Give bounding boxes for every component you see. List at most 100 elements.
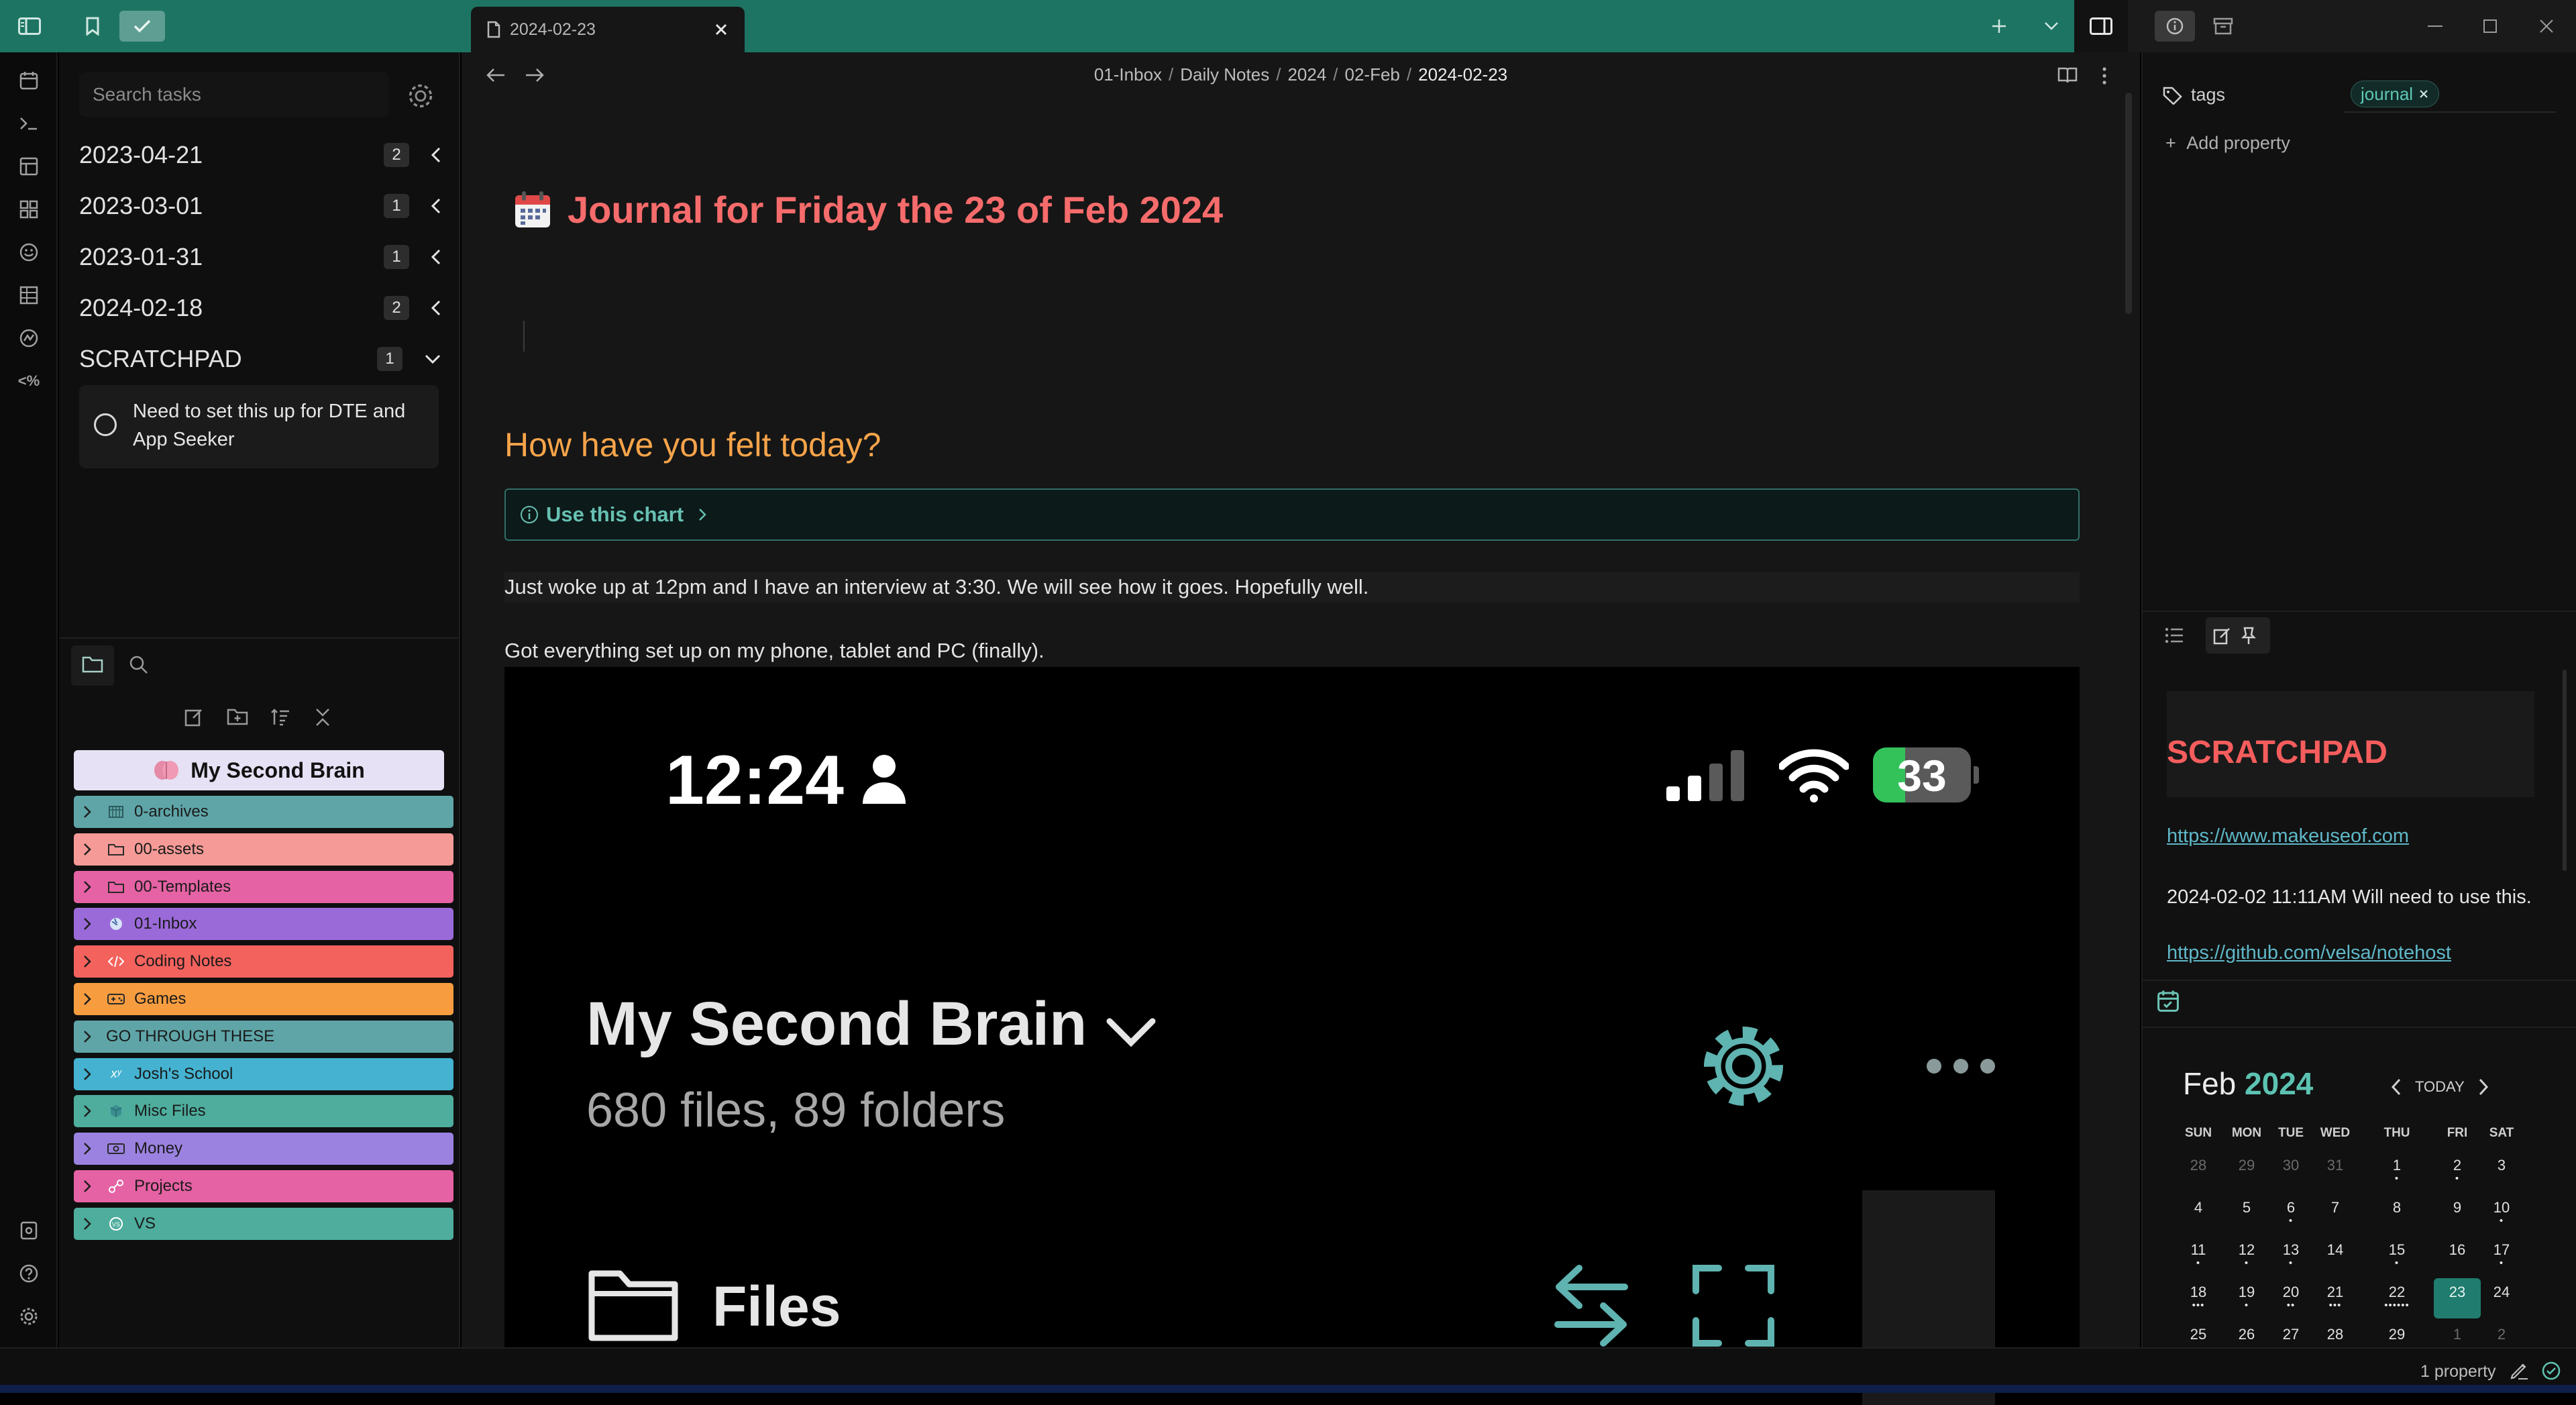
property-key[interactable]: tags bbox=[2191, 85, 2225, 105]
collapse-all-icon[interactable] bbox=[314, 707, 331, 727]
archive-icon[interactable] bbox=[2207, 0, 2239, 52]
calendar-day[interactable]: 6 • bbox=[2267, 1194, 2314, 1234]
new-folder-icon[interactable] bbox=[227, 707, 248, 726]
task-settings-gear-icon[interactable] bbox=[407, 82, 435, 110]
more-options-icon[interactable] bbox=[2101, 66, 2108, 86]
breadcrumb-item[interactable]: 01-Inbox bbox=[1094, 64, 1162, 85]
templater-icon[interactable]: <% bbox=[15, 368, 42, 395]
calendar-day[interactable]: 29 bbox=[2223, 1151, 2270, 1192]
scratchpad-link[interactable]: https://github.com/velsa/notehost bbox=[2167, 942, 2451, 964]
calendar-day[interactable]: 28 bbox=[2175, 1151, 2222, 1192]
new-note-icon[interactable] bbox=[184, 707, 204, 727]
calendar-day[interactable]: 11 • bbox=[2175, 1236, 2222, 1276]
folder-item[interactable]: Games bbox=[74, 983, 453, 1015]
previous-month-icon[interactable] bbox=[2391, 1078, 2402, 1096]
toggle-right-sidebar-icon[interactable] bbox=[2085, 0, 2117, 52]
toggle-left-sidebar-icon[interactable] bbox=[13, 0, 46, 52]
calendar-icon[interactable] bbox=[15, 67, 42, 94]
calendar-day[interactable]: 9 bbox=[2434, 1194, 2481, 1234]
scratchpad-scrollbar[interactable] bbox=[2563, 670, 2567, 871]
bookmark-icon[interactable] bbox=[79, 0, 106, 52]
outline-list-icon[interactable] bbox=[2164, 627, 2184, 644]
task-group[interactable]: 2023-03-01 1 bbox=[79, 184, 441, 228]
info-tab-button[interactable] bbox=[2153, 0, 2196, 52]
calendar-day[interactable]: 22 •••••• bbox=[2373, 1278, 2420, 1318]
scratchpad-link[interactable]: https://www.makeuseof.com bbox=[2167, 825, 2409, 847]
folder-item[interactable]: Coding Notes bbox=[74, 945, 453, 978]
close-tab-icon[interactable] bbox=[714, 22, 729, 37]
pin-icon[interactable] bbox=[2241, 627, 2257, 645]
chevron-right-icon[interactable] bbox=[83, 1180, 99, 1193]
chevron-left-icon[interactable] bbox=[431, 146, 441, 164]
settings-icon[interactable] bbox=[15, 1303, 42, 1330]
folder-item[interactable]: Projects bbox=[74, 1170, 453, 1202]
minimize-window-icon[interactable] bbox=[2420, 0, 2450, 52]
chevron-down-icon[interactable] bbox=[424, 354, 441, 364]
calendar-day[interactable]: 3 bbox=[2478, 1151, 2525, 1192]
calendar-day[interactable]: 10 • bbox=[2478, 1194, 2525, 1234]
maximize-window-icon[interactable] bbox=[2475, 0, 2505, 52]
tag-pill[interactable]: journal bbox=[2351, 81, 2440, 107]
callout-collapsible[interactable]: Use this chart bbox=[504, 488, 2080, 541]
calendar-day[interactable]: 19 • bbox=[2223, 1278, 2270, 1318]
folder-item[interactable]: 01-Inbox bbox=[74, 908, 453, 941]
chevron-right-icon[interactable] bbox=[83, 1104, 99, 1118]
emoji-icon[interactable] bbox=[15, 239, 42, 266]
folder-item[interactable]: 00-assets bbox=[74, 833, 453, 866]
status-property-count[interactable]: 1 property bbox=[2420, 1362, 2496, 1382]
remove-tag-icon[interactable] bbox=[2418, 89, 2429, 99]
chevron-left-icon[interactable] bbox=[431, 248, 441, 266]
new-tab-icon[interactable] bbox=[1984, 0, 2014, 52]
task-group[interactable]: 2023-04-21 2 bbox=[79, 133, 441, 177]
calendar-day[interactable]: 2 • bbox=[2434, 1151, 2481, 1192]
folder-item[interactable]: Money bbox=[74, 1133, 453, 1165]
search-icon[interactable] bbox=[129, 655, 149, 675]
calendar-day[interactable]: 17 • bbox=[2478, 1236, 2525, 1276]
calendar-day[interactable]: 1 • bbox=[2373, 1151, 2420, 1192]
chevron-right-icon[interactable] bbox=[83, 1068, 99, 1081]
chevron-right-icon[interactable] bbox=[83, 1142, 99, 1155]
sync-status-icon[interactable] bbox=[2541, 1361, 2561, 1381]
folder-item[interactable]: GO THROUGH THESE bbox=[74, 1020, 453, 1053]
note-paragraph[interactable]: Got everything set up on my phone, table… bbox=[504, 639, 1044, 663]
calendar-check-icon[interactable] bbox=[2156, 989, 2183, 1016]
sort-icon[interactable] bbox=[270, 707, 291, 727]
help-icon[interactable] bbox=[15, 1260, 42, 1287]
tab-note[interactable]: 2024-02-23 bbox=[471, 7, 745, 52]
calendar-day[interactable]: 24 bbox=[2478, 1278, 2525, 1318]
breadcrumb-item[interactable]: Daily Notes bbox=[1180, 64, 1269, 85]
breadcrumb-item[interactable]: 02-Feb bbox=[1345, 64, 1400, 85]
editor-scrollbar[interactable] bbox=[2125, 93, 2132, 314]
editing-mode-pencil-icon[interactable] bbox=[2509, 1361, 2529, 1381]
today-button[interactable]: TODAY bbox=[2415, 1078, 2465, 1096]
layout-icon[interactable] bbox=[15, 153, 42, 180]
graph-icon[interactable] bbox=[15, 325, 42, 352]
chevron-left-icon[interactable] bbox=[431, 197, 441, 215]
calendar-day[interactable]: 15 • bbox=[2373, 1236, 2420, 1276]
calendar-day[interactable]: 30 bbox=[2267, 1151, 2314, 1192]
folder-item[interactable]: VS VS bbox=[74, 1207, 453, 1240]
chevron-right-icon[interactable] bbox=[83, 955, 99, 968]
dashboard-icon[interactable] bbox=[15, 196, 42, 223]
chevron-right-icon[interactable] bbox=[83, 1217, 99, 1231]
vault-switcher-icon[interactable] bbox=[15, 1217, 42, 1244]
calendar-day[interactable]: 12 • bbox=[2223, 1236, 2270, 1276]
calendar-day[interactable]: 18 ••• bbox=[2175, 1278, 2222, 1318]
calendar-day[interactable]: 7 bbox=[2312, 1194, 2359, 1234]
chevron-right-icon[interactable] bbox=[83, 917, 99, 931]
chevron-left-icon[interactable] bbox=[431, 299, 441, 317]
tasks-view-button[interactable] bbox=[118, 0, 166, 52]
chevron-right-icon[interactable] bbox=[83, 805, 99, 819]
breadcrumb-item[interactable]: 2024 bbox=[1287, 64, 1326, 85]
next-month-icon[interactable] bbox=[2478, 1078, 2489, 1096]
chevron-right-icon[interactable] bbox=[83, 992, 99, 1006]
calendar-day[interactable]: 8 bbox=[2373, 1194, 2420, 1234]
tab-list-chevron-icon[interactable] bbox=[2037, 0, 2066, 52]
chevron-right-icon[interactable] bbox=[83, 1030, 99, 1043]
calendar-day-today[interactable]: 23 bbox=[2434, 1278, 2481, 1318]
table-icon[interactable] bbox=[15, 282, 42, 309]
calendar-day[interactable]: 16 bbox=[2434, 1236, 2481, 1276]
folder-item[interactable]: 0-archives bbox=[74, 796, 453, 828]
task-search-input[interactable]: Search tasks bbox=[79, 72, 389, 117]
vault-root-folder[interactable]: My Second Brain bbox=[74, 750, 444, 790]
